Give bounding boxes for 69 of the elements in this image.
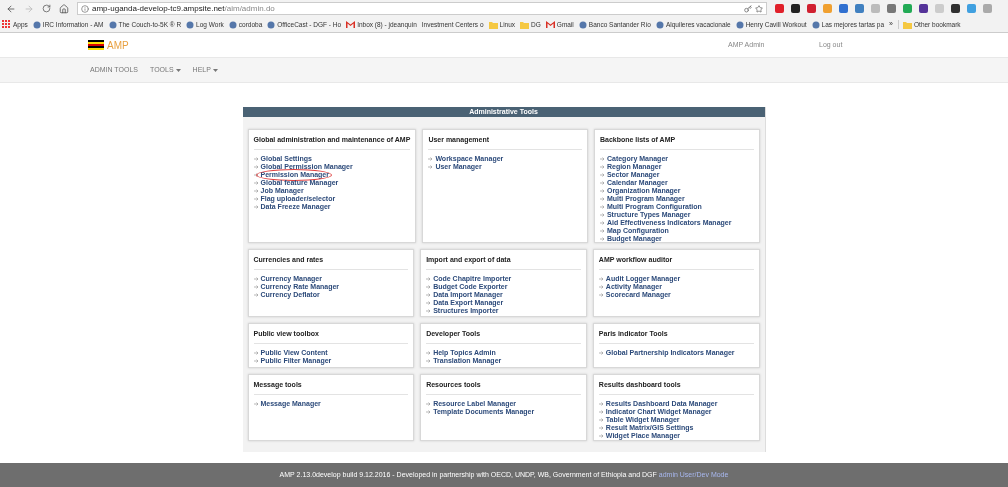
arrow-icon [253, 292, 259, 297]
url-text: amp-uganda-develop-tc9.ampsite.net/aim/admin.do [92, 2, 275, 15]
arrow-icon [599, 228, 605, 233]
arrow-icon [253, 180, 259, 185]
arrow-icon [253, 156, 259, 161]
arrow-icon [253, 401, 259, 406]
arrow-icon [599, 236, 605, 241]
arrow-icon [598, 401, 604, 406]
site-icon [108, 20, 117, 29]
star-icon[interactable] [755, 4, 763, 13]
flag-icon [88, 40, 104, 50]
arrow-icon [426, 300, 432, 305]
site-icon [735, 20, 744, 29]
site-icon [655, 20, 664, 29]
arrow-icon [426, 308, 432, 313]
forward-icon[interactable] [24, 3, 34, 14]
arrow-icon [428, 156, 434, 161]
apps-grid-icon [2, 20, 11, 29]
arrow-icon [426, 358, 432, 363]
arrow-icon [598, 417, 604, 422]
site-icon [186, 20, 195, 29]
info-icon [81, 4, 89, 13]
home-icon[interactable] [59, 3, 69, 14]
arrow-icon [598, 409, 604, 414]
arrow-icon [253, 284, 259, 289]
address-bar[interactable]: amp-uganda-develop-tc9.ampsite.net/aim/admin.do [77, 2, 767, 15]
arrow-icon [599, 156, 605, 161]
arrow-icon [253, 172, 259, 177]
site-icon [267, 20, 276, 29]
arrow-icon [598, 292, 604, 297]
arrow-icon [426, 276, 432, 281]
arrow-icon [599, 164, 605, 169]
arrow-icon [426, 292, 432, 297]
arrow-icon [428, 164, 434, 169]
arrow-icon [253, 196, 259, 201]
site-icon [32, 20, 41, 29]
key-icon[interactable] [744, 4, 752, 13]
arrow-icon [599, 188, 605, 193]
arrow-icon [253, 276, 259, 281]
arrow-icon [426, 350, 432, 355]
folder-icon [520, 20, 530, 29]
mail-icon [545, 21, 555, 28]
site-icon [811, 20, 820, 29]
reload-icon[interactable] [42, 4, 51, 13]
arrow-icon [598, 350, 604, 355]
arrow-icon [426, 284, 432, 289]
folder-icon [488, 20, 498, 29]
arrow-icon [253, 188, 259, 193]
arrow-icon [253, 204, 259, 209]
arrow-icon [426, 401, 432, 406]
arrow-icon [253, 350, 259, 355]
back-icon[interactable] [6, 3, 16, 14]
arrow-icon [599, 172, 605, 177]
arrow-icon [599, 212, 605, 217]
mail-icon [346, 21, 356, 28]
arrow-icon [598, 284, 604, 289]
arrow-icon [599, 220, 605, 225]
arrow-icon [598, 425, 604, 430]
folder-icon [903, 20, 912, 29]
arrow-icon [598, 433, 604, 438]
site-icon [578, 20, 587, 29]
arrow-icon [253, 164, 259, 169]
arrow-icon [598, 276, 604, 281]
arrow-icon [253, 358, 259, 363]
arrow-icon [599, 196, 605, 201]
arrow-icon [599, 180, 605, 185]
arrow-icon [599, 204, 605, 209]
site-icon [228, 20, 237, 29]
arrow-icon [426, 409, 432, 414]
